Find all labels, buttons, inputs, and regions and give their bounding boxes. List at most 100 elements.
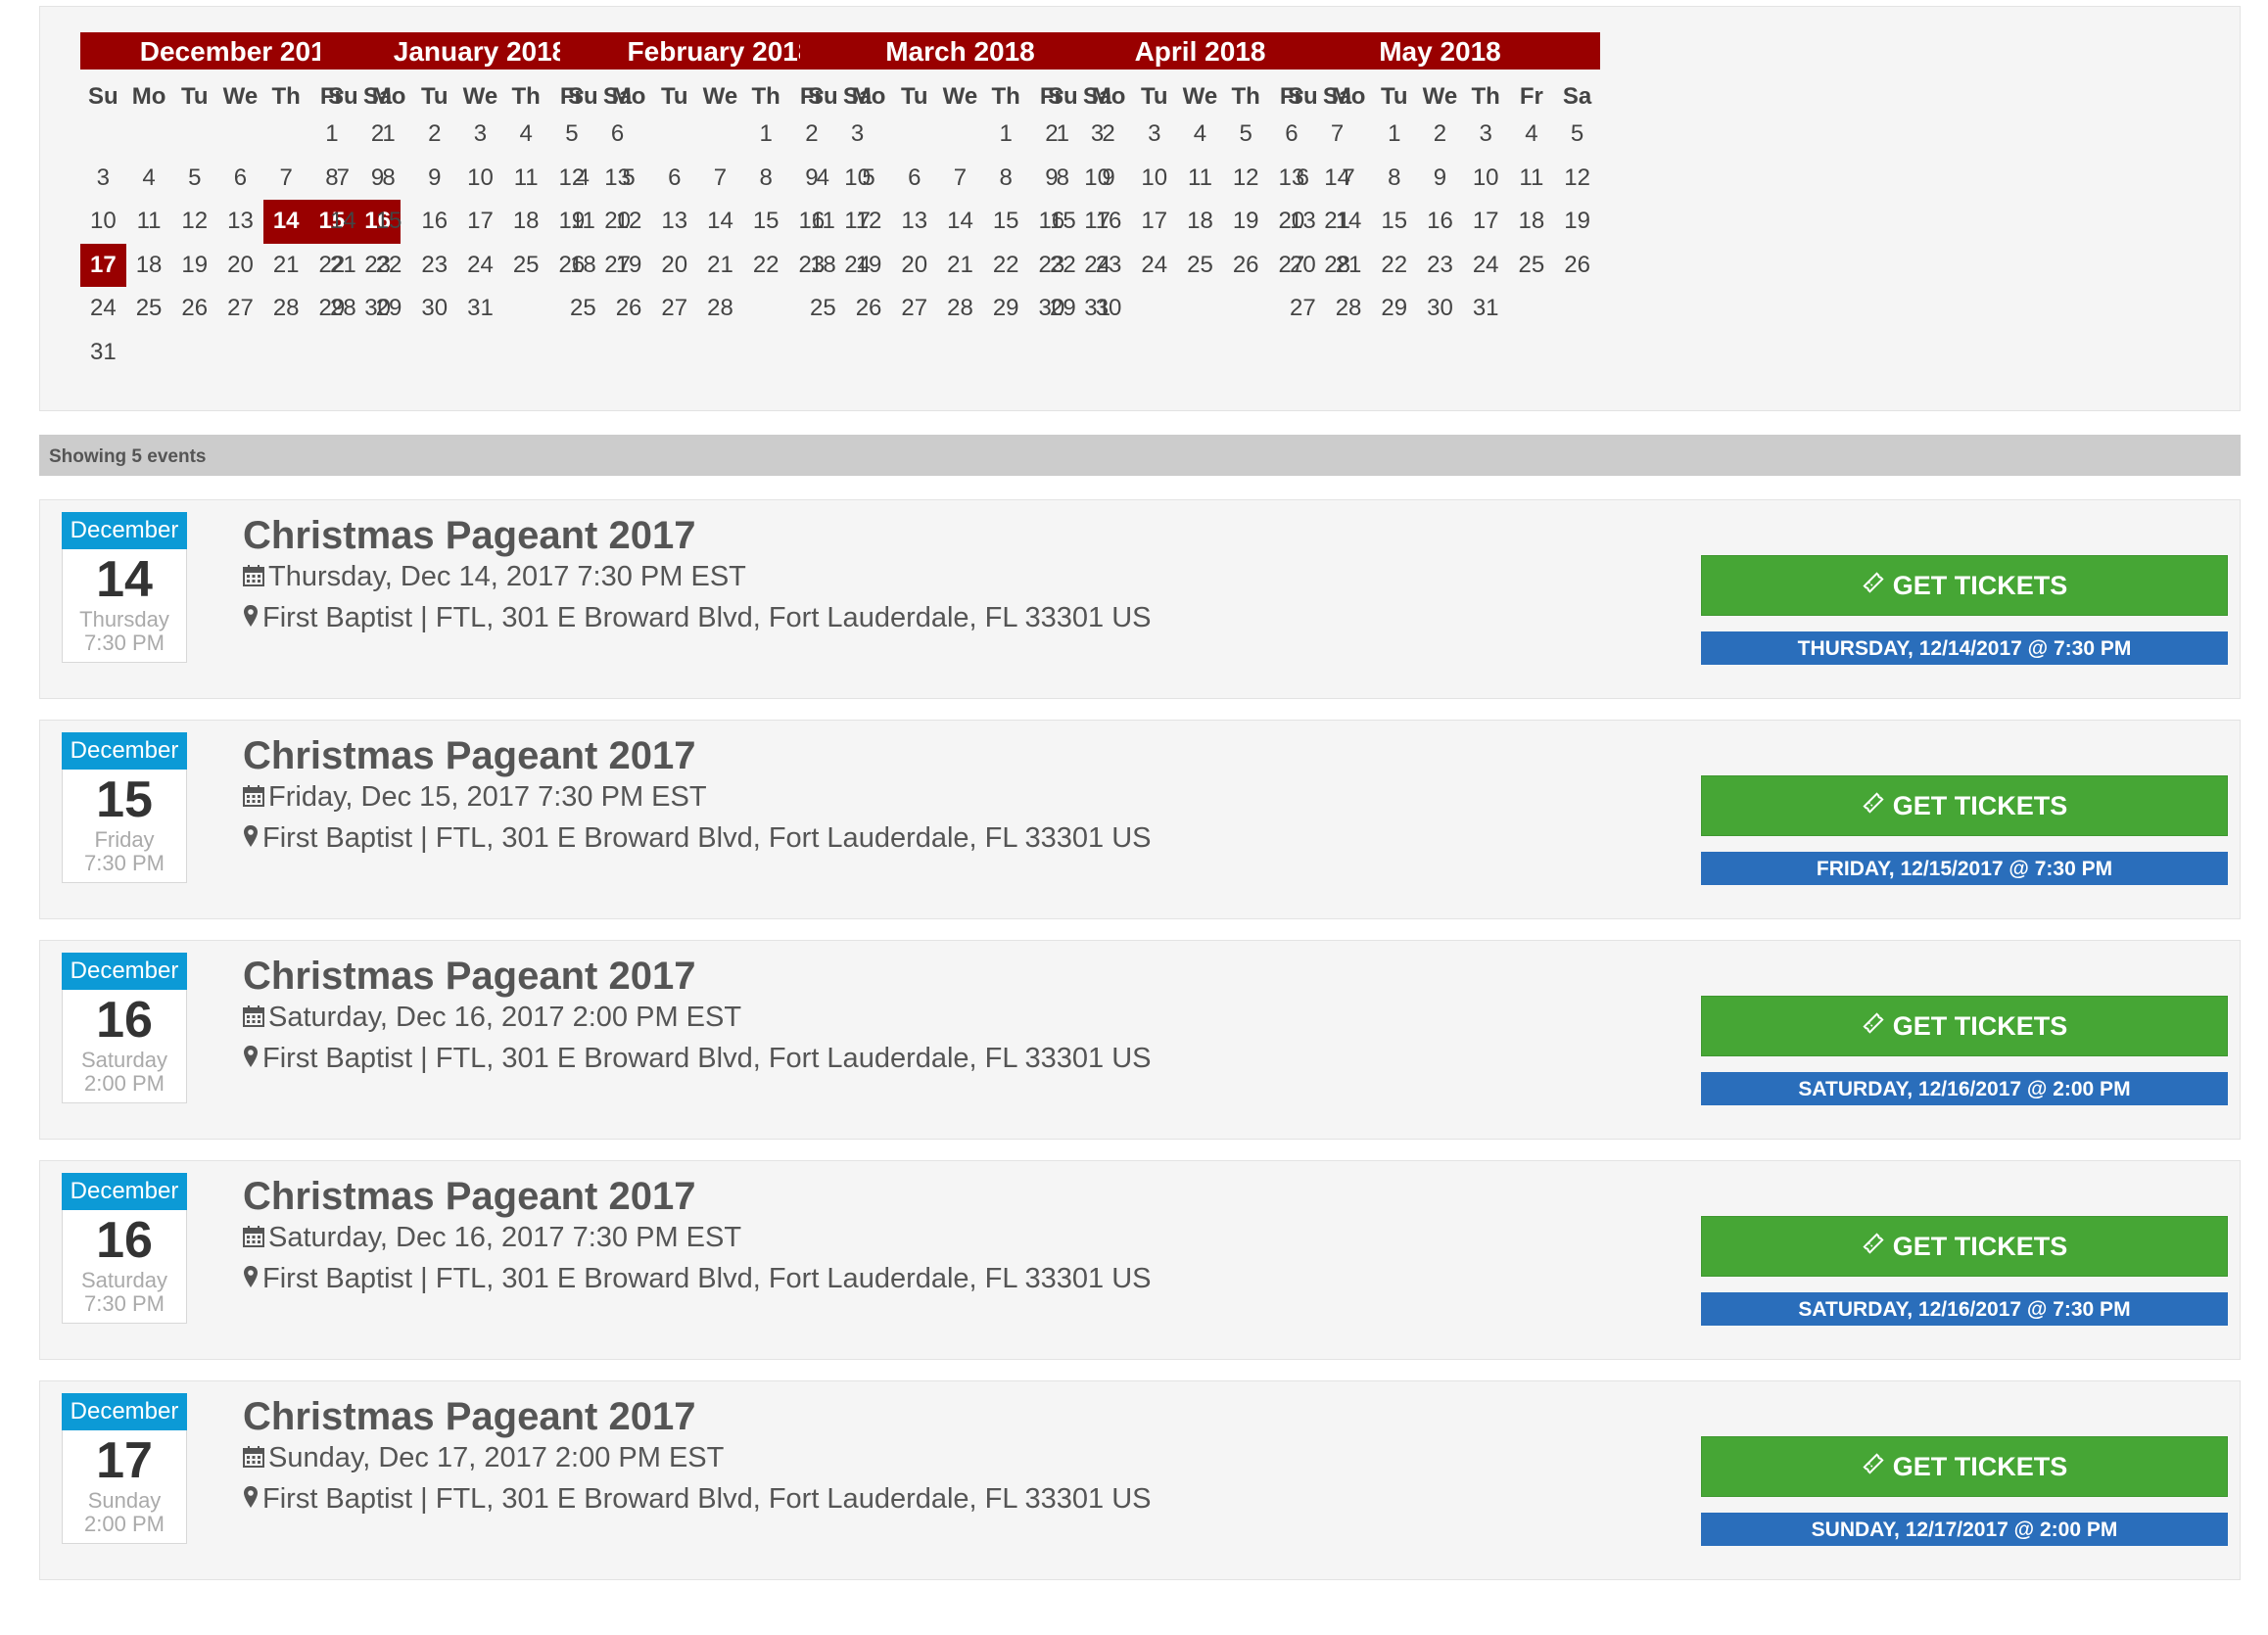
- calendar-day[interactable]: 11: [1509, 157, 1555, 201]
- calendar-day[interactable]: 10: [1463, 157, 1509, 201]
- calendar-day[interactable]: 28: [697, 287, 743, 331]
- calendar-day[interactable]: 11: [560, 200, 606, 244]
- calendar-day[interactable]: 16: [1086, 200, 1132, 244]
- calendar-day[interactable]: 19: [1223, 200, 1269, 244]
- calendar-day[interactable]: 11: [800, 200, 846, 244]
- calendar-day[interactable]: 18: [1177, 200, 1223, 244]
- calendar-day[interactable]: 19: [606, 244, 652, 288]
- calendar-day[interactable]: 8: [1040, 157, 1086, 201]
- calendar-day[interactable]: 4: [126, 157, 172, 201]
- calendar-day[interactable]: 6: [651, 157, 697, 201]
- calendar-day[interactable]: 5: [171, 157, 217, 201]
- get-tickets-button[interactable]: GET TICKETS: [1701, 1436, 2228, 1497]
- calendar-day[interactable]: 3: [1131, 113, 1177, 157]
- calendar-day[interactable]: 2: [1417, 113, 1463, 157]
- calendar-day[interactable]: 9: [1086, 157, 1132, 201]
- calendar-day[interactable]: 7: [937, 157, 983, 201]
- calendar-day[interactable]: 9: [411, 157, 457, 201]
- calendar-day[interactable]: 13: [651, 200, 697, 244]
- calendar-day[interactable]: 23: [1086, 244, 1132, 288]
- calendar-day[interactable]: 10: [80, 200, 126, 244]
- calendar-day[interactable]: 25: [1177, 244, 1223, 288]
- calendar-day[interactable]: 22: [983, 244, 1029, 288]
- calendar-day[interactable]: 15: [366, 200, 412, 244]
- get-tickets-button[interactable]: GET TICKETS: [1701, 555, 2228, 616]
- calendar-day[interactable]: 30: [1086, 287, 1132, 331]
- calendar-day[interactable]: 8: [743, 157, 789, 201]
- calendar-day[interactable]: 29: [366, 287, 412, 331]
- calendar-day[interactable]: 22: [743, 244, 789, 288]
- calendar-day[interactable]: 31: [1463, 287, 1509, 331]
- calendar-day[interactable]: 8: [1371, 157, 1417, 201]
- calendar-day[interactable]: 28: [937, 287, 983, 331]
- calendar-day[interactable]: 26: [1554, 244, 1600, 288]
- calendar-day[interactable]: 9: [1417, 157, 1463, 201]
- calendar-day[interactable]: 14: [1326, 200, 1372, 244]
- calendar-day[interactable]: 6: [217, 157, 263, 201]
- calendar-day[interactable]: 13: [217, 200, 263, 244]
- calendar-day[interactable]: 15: [1371, 200, 1417, 244]
- session-date-button[interactable]: SATURDAY, 12/16/2017 @ 7:30 PM: [1701, 1292, 2228, 1326]
- calendar-day[interactable]: 3: [1463, 113, 1509, 157]
- calendar-day[interactable]: 3: [80, 157, 126, 201]
- calendar-day[interactable]: 5: [606, 157, 652, 201]
- calendar-day[interactable]: 10: [457, 157, 503, 201]
- calendar-day[interactable]: 21: [937, 244, 983, 288]
- calendar-day[interactable]: 30: [411, 287, 457, 331]
- calendar-day[interactable]: 27: [1280, 287, 1326, 331]
- calendar-day[interactable]: 5: [846, 157, 892, 201]
- calendar-day[interactable]: 18: [800, 244, 846, 288]
- calendar-day[interactable]: 24: [80, 287, 126, 331]
- calendar-day[interactable]: 2: [411, 113, 457, 157]
- calendar-day[interactable]: 26: [1223, 244, 1269, 288]
- calendar-day[interactable]: 13: [1280, 200, 1326, 244]
- calendar-day[interactable]: 14: [320, 200, 366, 244]
- calendar-day[interactable]: 7: [697, 157, 743, 201]
- calendar-day[interactable]: 24: [457, 244, 503, 288]
- calendar-day[interactable]: 4: [1177, 113, 1223, 157]
- calendar-day[interactable]: 8: [366, 157, 412, 201]
- calendar-day[interactable]: 11: [126, 200, 172, 244]
- event-title[interactable]: Christmas Pageant 2017: [243, 1175, 695, 1219]
- calendar-day[interactable]: 30: [1417, 287, 1463, 331]
- calendar-day[interactable]: 1: [743, 113, 789, 157]
- calendar-day[interactable]: 21: [697, 244, 743, 288]
- calendar-day[interactable]: 6: [891, 157, 937, 201]
- calendar-day[interactable]: 27: [217, 287, 263, 331]
- event-title[interactable]: Christmas Pageant 2017: [243, 955, 695, 999]
- session-date-button[interactable]: SUNDAY, 12/17/2017 @ 2:00 PM: [1701, 1513, 2228, 1546]
- calendar-day[interactable]: 12: [1554, 157, 1600, 201]
- calendar-day[interactable]: 27: [651, 287, 697, 331]
- calendar-day[interactable]: 24: [1463, 244, 1509, 288]
- calendar-day[interactable]: 8: [983, 157, 1029, 201]
- calendar-day[interactable]: 25: [503, 244, 549, 288]
- calendar-day[interactable]: 4: [560, 157, 606, 201]
- calendar-day[interactable]: 29: [983, 287, 1029, 331]
- calendar-day[interactable]: 16: [411, 200, 457, 244]
- calendar-day[interactable]: 18: [560, 244, 606, 288]
- calendar-day[interactable]: 24: [1131, 244, 1177, 288]
- calendar-day[interactable]: 25: [800, 287, 846, 331]
- session-date-button[interactable]: SATURDAY, 12/16/2017 @ 2:00 PM: [1701, 1072, 2228, 1105]
- calendar-day[interactable]: 19: [171, 244, 217, 288]
- calendar-day[interactable]: 20: [651, 244, 697, 288]
- calendar-day[interactable]: 7: [263, 157, 309, 201]
- calendar-day[interactable]: 15: [1040, 200, 1086, 244]
- calendar-day[interactable]: 21: [263, 244, 309, 288]
- calendar-day[interactable]: 17: [457, 200, 503, 244]
- calendar-day[interactable]: 25: [560, 287, 606, 331]
- calendar-day[interactable]: 1: [366, 113, 412, 157]
- calendar-day[interactable]: 31: [80, 331, 126, 375]
- calendar-day[interactable]: 21: [320, 244, 366, 288]
- event-title[interactable]: Christmas Pageant 2017: [243, 1395, 695, 1439]
- get-tickets-button[interactable]: GET TICKETS: [1701, 996, 2228, 1056]
- calendar-day[interactable]: 12: [846, 200, 892, 244]
- calendar-day[interactable]: 23: [1417, 244, 1463, 288]
- calendar-day[interactable]: 28: [320, 287, 366, 331]
- calendar-day[interactable]: 14: [697, 200, 743, 244]
- calendar-day[interactable]: 5: [1223, 113, 1269, 157]
- calendar-day[interactable]: 4: [800, 157, 846, 201]
- calendar-day[interactable]: 26: [606, 287, 652, 331]
- calendar-day[interactable]: 7: [1326, 157, 1372, 201]
- calendar-day[interactable]: 25: [126, 287, 172, 331]
